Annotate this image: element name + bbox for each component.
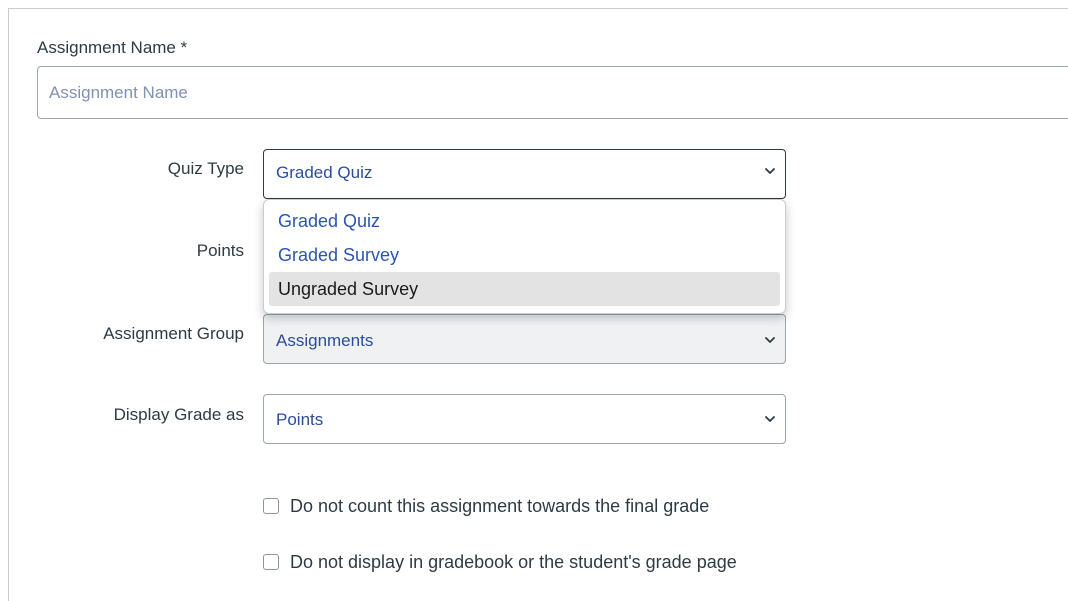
display-grade-select[interactable]: Points	[263, 394, 786, 444]
chevron-down-icon	[765, 168, 775, 174]
chevron-down-icon	[765, 337, 775, 343]
assignment-name-label: Assignment Name *	[37, 38, 188, 57]
chevron-down-icon	[765, 416, 775, 422]
checkbox-box[interactable]	[263, 498, 279, 514]
display-grade-label: Display Grade as	[113, 405, 244, 424]
quiz-type-option-highlighted[interactable]: Ungraded Survey	[269, 272, 780, 306]
quiz-type-dropdown: Graded Quiz Graded Survey Ungraded Surve…	[263, 199, 786, 314]
checkbox-box[interactable]	[263, 554, 279, 570]
hide-gradebook-checkbox[interactable]: Do not display in gradebook or the stude…	[263, 552, 737, 572]
assignment-name-input[interactable]	[37, 66, 1068, 119]
quiz-type-option[interactable]: Graded Survey	[269, 238, 780, 272]
checkbox-label: Do not count this assignment towards the…	[290, 495, 710, 516]
quiz-type-value: Graded Quiz	[276, 163, 373, 182]
quiz-type-option[interactable]: Graded Quiz	[269, 204, 780, 238]
assignment-group-select[interactable]: Assignments	[263, 314, 786, 364]
checkbox-label: Do not display in gradebook or the stude…	[290, 551, 737, 572]
quiz-type-label: Quiz Type	[167, 159, 244, 178]
quiz-type-select[interactable]: Graded Quiz	[263, 149, 786, 199]
display-grade-value: Points	[276, 410, 324, 429]
assignment-group-value: Assignments	[276, 331, 374, 350]
exclude-final-grade-checkbox[interactable]: Do not count this assignment towards the…	[263, 496, 709, 516]
assignment-group-label: Assignment Group	[103, 324, 244, 343]
points-label: Points	[196, 241, 244, 260]
